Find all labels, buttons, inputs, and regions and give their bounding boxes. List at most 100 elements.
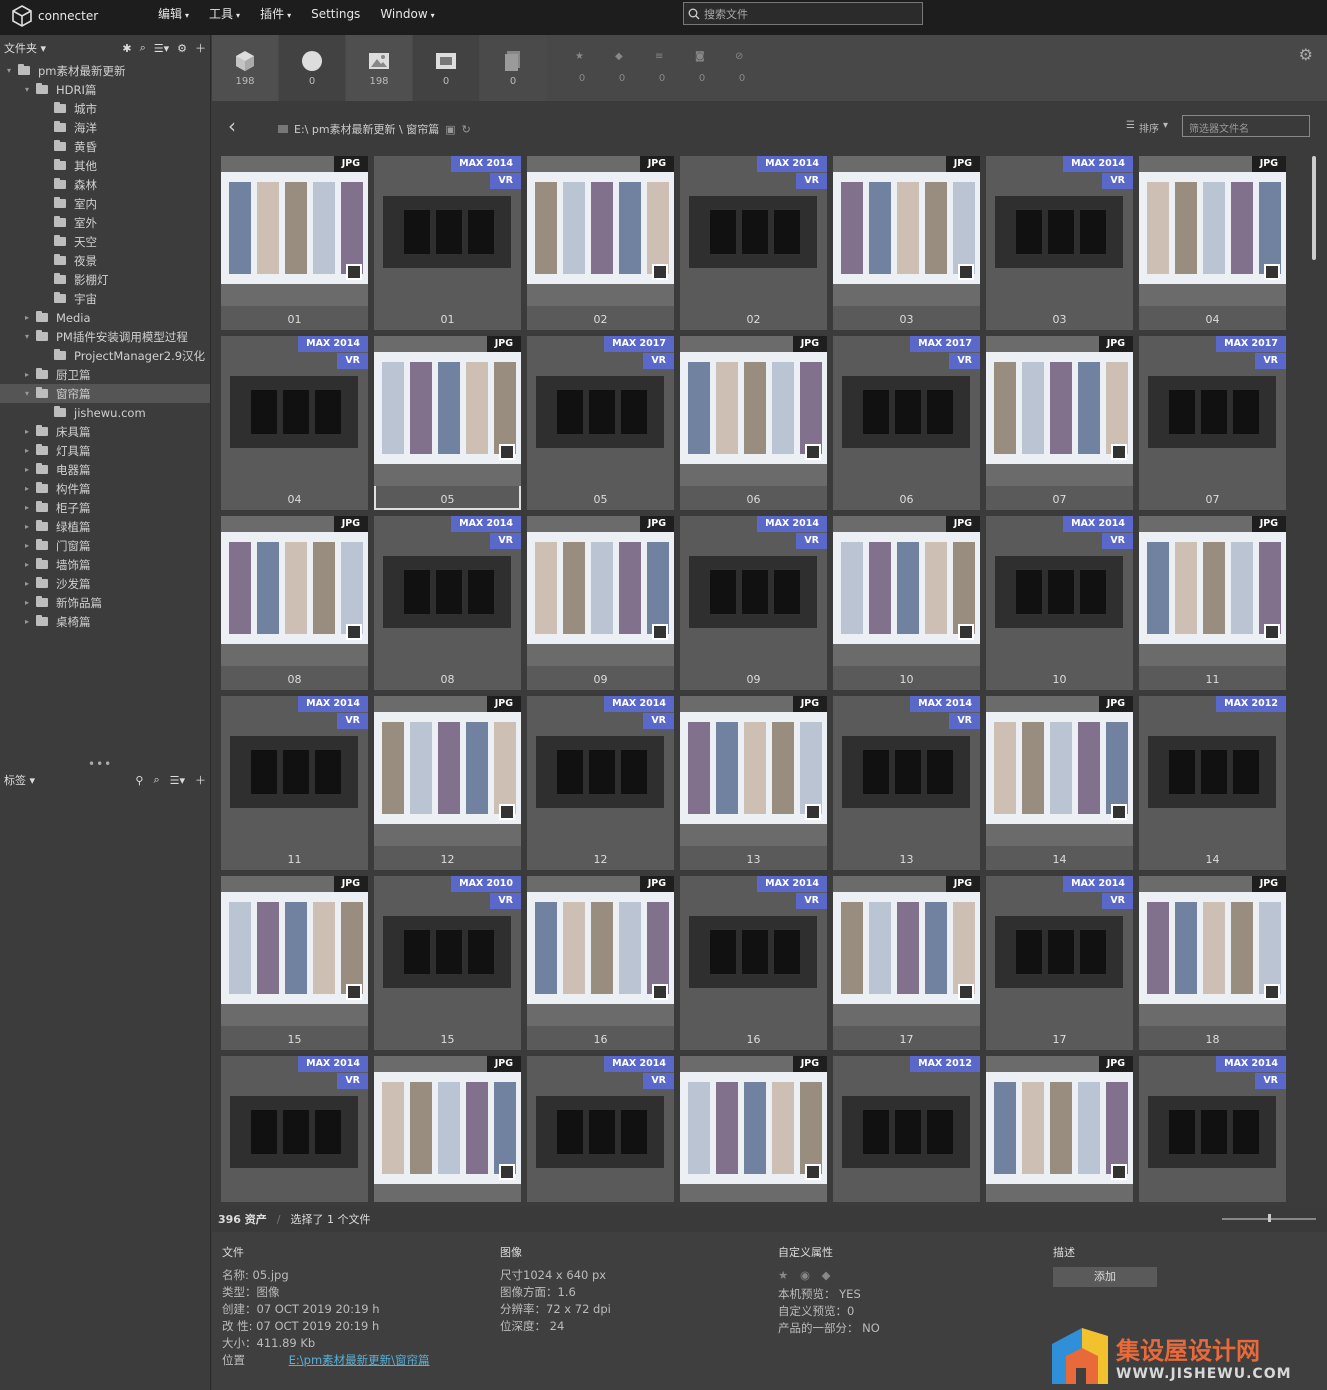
- expand-arrow-icon[interactable]: ▸: [22, 617, 32, 626]
- filter-described[interactable]: ≡ 0: [650, 51, 674, 84]
- expand-arrow-icon[interactable]: ▾: [4, 66, 14, 75]
- asset-card[interactable]: MAX 2014 VR 11: [221, 696, 368, 870]
- expand-arrow-icon[interactable]: ▸: [22, 541, 32, 550]
- expand-arrow-icon[interactable]: ▸: [22, 427, 32, 436]
- folder-tree-item[interactable]: ProjectManager2.9汉化: [0, 346, 210, 365]
- expand-arrow-icon[interactable]: ▸: [22, 465, 32, 474]
- asset-card[interactable]: MAX 2014 VR: [221, 1056, 368, 1202]
- asset-card[interactable]: JPG 12: [374, 696, 521, 870]
- filter-videos[interactable]: 0: [413, 35, 479, 101]
- folder-tree-item[interactable]: ▸ 绿植篇: [0, 517, 210, 536]
- sort-dropdown[interactable]: ☰ 排序 ▾: [1126, 120, 1168, 135]
- folder-tree-item[interactable]: 森林: [0, 175, 210, 194]
- grid-scrollbar[interactable]: [1310, 156, 1318, 1202]
- expand-arrow-icon[interactable]: ▸: [22, 446, 32, 455]
- menu-item[interactable]: Settings: [301, 0, 370, 28]
- asset-card[interactable]: MAX 2014 VR 12: [527, 696, 674, 870]
- folder-tree-item[interactable]: 室内: [0, 194, 210, 213]
- menu-item[interactable]: 工具 ▾: [199, 0, 250, 28]
- expand-arrow-icon[interactable]: ▾: [22, 85, 32, 94]
- tags-dropdown[interactable]: 标签 ▾: [4, 772, 35, 788]
- add-description-button[interactable]: 添加: [1053, 1267, 1157, 1287]
- star-rating-icon[interactable]: ★: [778, 1268, 788, 1282]
- eye-icon[interactable]: ◉: [800, 1268, 810, 1282]
- filter-tagged[interactable]: ◆ 0: [610, 51, 634, 84]
- asset-card[interactable]: MAX 2014 VR 08: [374, 516, 521, 690]
- folder-tree-item[interactable]: ▸ 门窗篇: [0, 536, 210, 555]
- filter-materials[interactable]: 0: [279, 35, 345, 101]
- asset-card[interactable]: JPG 02: [527, 156, 674, 330]
- asset-card[interactable]: MAX 2014 VR: [527, 1056, 674, 1202]
- filter-missing[interactable]: ⊘ 0: [730, 51, 754, 84]
- asset-card[interactable]: JPG 08: [221, 516, 368, 690]
- folder-tree-item[interactable]: ▸ 墙饰篇: [0, 555, 210, 574]
- asset-card[interactable]: MAX 2014 VR 02: [680, 156, 827, 330]
- folders-dropdown[interactable]: 文件夹 ▾: [4, 40, 46, 56]
- folder-tree-item[interactable]: ▸ 床具篇: [0, 422, 210, 441]
- asset-card[interactable]: MAX 2017 VR 06: [833, 336, 980, 510]
- add-tag-icon[interactable]: ＋: [195, 772, 206, 788]
- folder-tree-item[interactable]: ▸ 电器篇: [0, 460, 210, 479]
- expand-arrow-icon[interactable]: ▾: [22, 332, 32, 341]
- asset-card[interactable]: JPG 10: [833, 516, 980, 690]
- asset-card[interactable]: JPG 15: [221, 876, 368, 1050]
- asset-card[interactable]: JPG 17: [833, 876, 980, 1050]
- folder-tree-item[interactable]: ▸ 柜子篇: [0, 498, 210, 517]
- tag-tool-icon[interactable]: ⚲: [135, 774, 143, 787]
- copy-path-icon[interactable]: ▣: [445, 123, 455, 136]
- expand-arrow-icon[interactable]: ▾: [22, 389, 32, 398]
- folder-tree-item[interactable]: ▸ 灯具篇: [0, 441, 210, 460]
- asset-card[interactable]: JPG 14: [986, 696, 1133, 870]
- filter-3d-models[interactable]: 198: [212, 35, 278, 101]
- asset-card[interactable]: MAX 2010 VR 15: [374, 876, 521, 1050]
- asset-card[interactable]: JPG: [680, 1056, 827, 1202]
- folder-tree-item[interactable]: 海洋: [0, 118, 210, 137]
- search-folder-icon[interactable]: ⌕: [140, 41, 146, 55]
- filter-preview[interactable]: ◙ 0: [690, 51, 714, 84]
- back-arrow-icon[interactable]: ‹: [228, 114, 236, 138]
- expand-arrow-icon[interactable]: ▸: [22, 503, 32, 512]
- folder-tree-item[interactable]: jishewu.com: [0, 403, 210, 422]
- folder-tree-item[interactable]: ▸ 厨卫篇: [0, 365, 210, 384]
- asset-card[interactable]: MAX 2014 VR 09: [680, 516, 827, 690]
- filter-documents[interactable]: 0: [480, 35, 546, 101]
- asset-card[interactable]: JPG 01: [221, 156, 368, 330]
- folder-tree-item[interactable]: 室外: [0, 213, 210, 232]
- asset-card[interactable]: JPG 06: [680, 336, 827, 510]
- folder-tree-item[interactable]: ▸ 沙发篇: [0, 574, 210, 593]
- asset-card[interactable]: JPG 13: [680, 696, 827, 870]
- thumbnail-size-slider[interactable]: [1222, 1214, 1316, 1222]
- menu-item[interactable]: Window ▾: [370, 0, 444, 28]
- gear-icon[interactable]: ⚙: [177, 42, 187, 55]
- list-menu-icon[interactable]: ☰▾: [154, 42, 169, 55]
- folder-tree-item[interactable]: 天空: [0, 232, 210, 251]
- scrollbar-thumb[interactable]: [1312, 156, 1316, 260]
- add-folder-icon[interactable]: ＋: [195, 40, 206, 56]
- folder-tree-item[interactable]: ▸ 新饰品篇: [0, 593, 210, 612]
- asset-card[interactable]: MAX 2014 VR 03: [986, 156, 1133, 330]
- folder-tree-item[interactable]: 黄昏: [0, 137, 210, 156]
- folder-tree-item[interactable]: ▸ 构件篇: [0, 479, 210, 498]
- asset-card[interactable]: MAX 2014 VR 17: [986, 876, 1133, 1050]
- folder-tree-item[interactable]: ▾ pm素材最新更新: [0, 61, 210, 80]
- tag-list-icon[interactable]: ☰▾: [170, 774, 185, 787]
- folder-tree-item[interactable]: ▾ HDRI篇: [0, 80, 210, 99]
- asset-card[interactable]: MAX 2014 VR 01: [374, 156, 521, 330]
- asset-card[interactable]: JPG 05: [374, 336, 521, 510]
- pointer-icon[interactable]: ✱: [122, 42, 131, 55]
- asset-card[interactable]: JPG 11: [1139, 516, 1286, 690]
- filename-filter-input[interactable]: 筛选器文件名: [1182, 115, 1310, 137]
- asset-card[interactable]: JPG 04: [1139, 156, 1286, 330]
- asset-card[interactable]: MAX 2014 VR 10: [986, 516, 1133, 690]
- menu-item[interactable]: 编辑 ▾: [148, 0, 199, 28]
- expand-arrow-icon[interactable]: ▸: [22, 313, 32, 322]
- folder-tree-item[interactable]: 影棚灯: [0, 270, 210, 289]
- expand-arrow-icon[interactable]: ▸: [22, 598, 32, 607]
- breadcrumb-path[interactable]: E:\ pm素材最新更新 \ 窗帘篇: [294, 121, 439, 137]
- folder-tree-item[interactable]: 城市: [0, 99, 210, 118]
- expand-arrow-icon[interactable]: ▸: [22, 484, 32, 493]
- folder-tree-item[interactable]: ▸ 桌椅篇: [0, 612, 210, 631]
- search-input[interactable]: 搜索文件: [683, 2, 923, 25]
- file-location-link[interactable]: E:\pm素材最新更新\窗帘篇: [289, 1353, 430, 1367]
- refresh-icon[interactable]: ↻: [462, 123, 471, 136]
